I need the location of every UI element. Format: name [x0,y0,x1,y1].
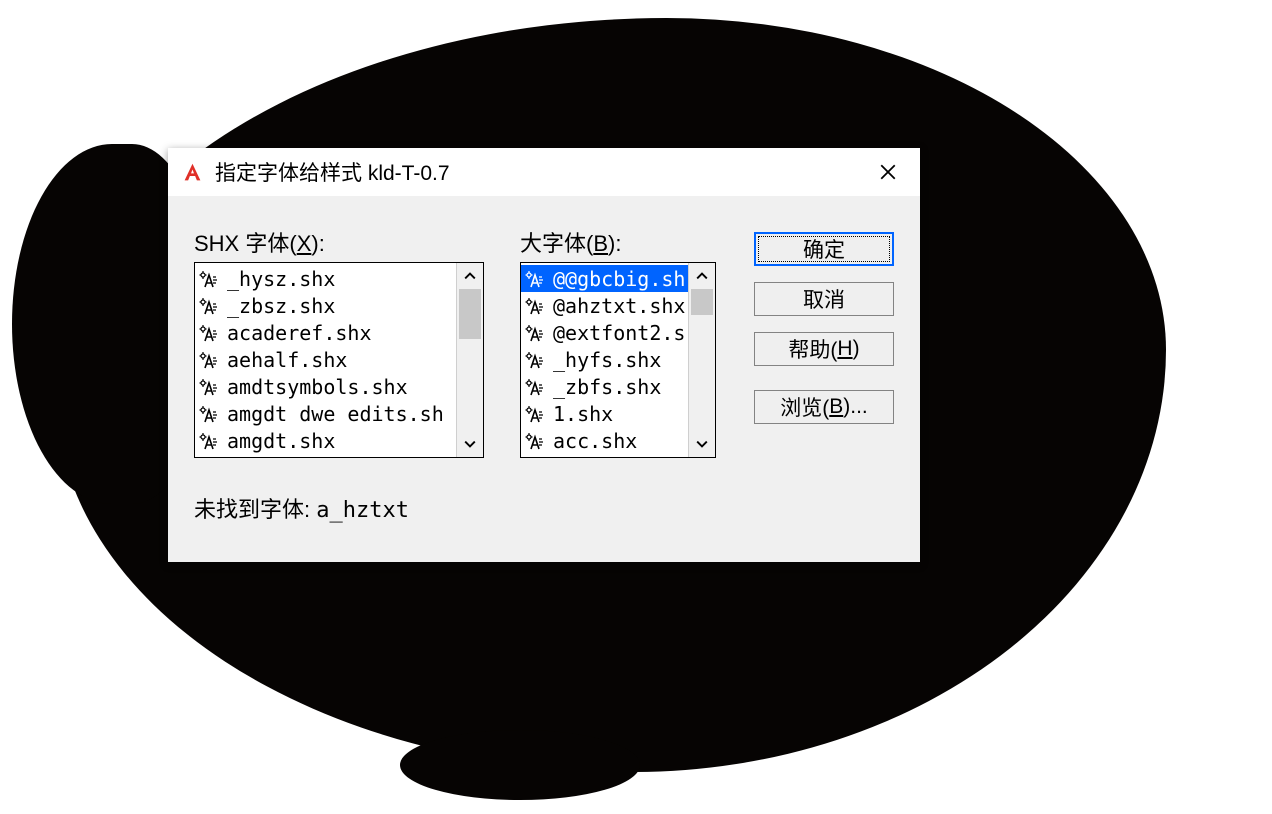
shx-font-label-suffix: ): [311,231,324,256]
scroll-up-button[interactable] [457,263,483,289]
big-font-label-suffix: ): [608,231,621,256]
list-item-label: acc.shx [553,429,637,453]
shx-font-icon [199,323,223,343]
cancel-button[interactable]: 取消 [754,282,894,316]
shx-font-icon [525,404,549,424]
ok-button[interactable]: 确定 [754,232,894,266]
font-dialog: 指定字体给样式 kld-T-0.7 SHX 字体(X): _hysz.shx_z… [168,148,920,562]
list-item-label: acaderef.shx [227,321,372,345]
browse-button-suffix: )... [843,395,868,419]
big-font-label: 大字体(B): [520,226,621,258]
shx-font-icon [525,323,549,343]
list-item[interactable]: @extfont2.s [521,319,715,346]
shx-font-icon [199,269,223,289]
shx-font-icon [199,377,223,397]
big-font-label-prefix: 大字体( [520,231,593,256]
shx-scrollbar[interactable] [456,263,483,457]
scroll-up-button[interactable] [689,263,715,289]
dialog-title: 指定字体给样式 kld-T-0.7 [215,157,868,187]
shx-font-label-prefix: SHX 字体( [194,231,297,256]
list-item[interactable]: aehalf.shx [195,346,483,373]
shx-font-listbox[interactable]: _hysz.shx _zbsz.shx acaderef.shx aehalf.shx… [194,262,484,458]
shx-font-icon [525,377,549,397]
scrollbar-thumb[interactable] [459,289,481,339]
font-not-found-message: 未找到字体: a_hztxt [194,492,409,524]
scroll-down-button[interactable] [457,431,483,457]
list-item-label: @@gbcbig.sh [553,267,685,291]
list-item-label: @ahztxt.shx [553,294,685,318]
help-button-accel: H [837,337,852,361]
notfound-label: 未找到字体: [194,497,316,522]
list-item[interactable]: amgdt.shx [195,427,483,454]
scroll-down-button[interactable] [689,431,715,457]
autocad-icon [182,162,203,183]
list-item[interactable]: amdtsymbols.shx [195,373,483,400]
browse-button-accel: B [829,395,843,419]
list-item-label: _hysz.shx [227,267,335,291]
scrollbar-thumb[interactable] [691,289,713,315]
button-column: 确定 取消 帮助(H) 浏览(B)... [754,232,894,440]
shx-font-icon [525,431,549,451]
shx-font-accelerator: X [297,231,312,256]
list-item-label: _zbfs.shx [553,375,661,399]
list-item[interactable]: 1.shx [521,400,715,427]
shx-font-label: SHX 字体(X): [194,226,325,258]
shx-font-icon [199,296,223,316]
list-item[interactable]: acaderef.shx [195,319,483,346]
big-scrollbar[interactable] [688,263,715,457]
list-item-label: @extfont2.s [553,321,685,345]
list-item[interactable]: @ahztxt.shx [521,292,715,319]
cancel-button-label: 取消 [803,284,845,314]
notfound-value: a_hztxt [316,498,409,523]
titlebar: 指定字体给样式 kld-T-0.7 [168,148,920,196]
shx-font-icon [525,269,549,289]
browse-button[interactable]: 浏览(B)... [754,390,894,424]
list-item-label: _zbsz.shx [227,294,335,318]
shx-font-icon [199,404,223,424]
dialog-body: SHX 字体(X): _hysz.shx_zbsz.shxacaderef.sh… [168,196,920,230]
shx-font-icon [199,431,223,451]
help-button[interactable]: 帮助(H) [754,332,894,366]
shx-font-icon [525,296,549,316]
background-shape-tail [400,730,640,800]
list-item-label: aehalf.shx [227,348,347,372]
list-item-label: amgdt.shx [227,429,335,453]
ok-button-label: 确定 [803,234,845,264]
help-button-prefix: 帮助( [788,334,837,364]
close-button[interactable] [868,152,908,192]
list-item[interactable]: @@gbcbig.sh [521,265,715,292]
list-item-label: amgdt dwe edits.sh [227,402,444,426]
list-item[interactable]: _hyfs.shx [521,346,715,373]
list-item-label: amdtsymbols.shx [227,375,408,399]
list-item[interactable]: _zbfs.shx [521,373,715,400]
big-font-listbox[interactable]: @@gbcbig.sh @ahztxt.shx @extfont2.s _hyfs.s… [520,262,716,458]
list-item[interactable]: acc.shx [521,427,715,454]
big-font-accelerator: B [593,231,608,256]
list-item-label: 1.shx [553,402,613,426]
shx-font-icon [525,350,549,370]
list-item[interactable]: _hysz.shx [195,265,483,292]
list-item[interactable]: _zbsz.shx [195,292,483,319]
list-item[interactable]: amgdt dwe edits.sh [195,400,483,427]
list-item-label: _hyfs.shx [553,348,661,372]
browse-button-prefix: 浏览( [780,392,829,422]
help-button-suffix: ) [853,337,860,361]
shx-font-icon [199,350,223,370]
